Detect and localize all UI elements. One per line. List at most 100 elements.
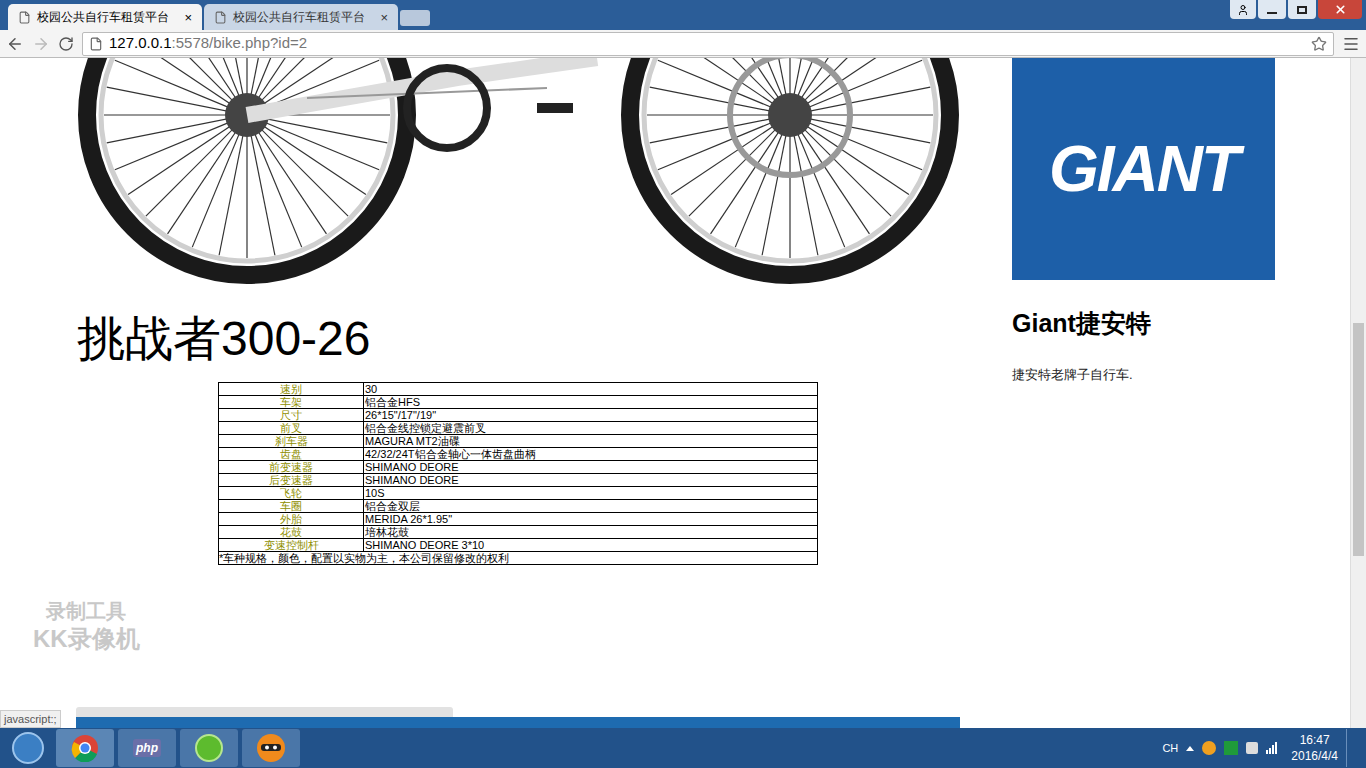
brand-desc: 捷安特老牌子自行车.	[1012, 365, 1275, 385]
spec-label: 变速控制杆	[219, 539, 364, 552]
footer-bar	[76, 717, 960, 728]
spec-row: 前叉铝合金线控锁定避震前叉	[219, 422, 818, 435]
spec-label: 车架	[219, 396, 364, 409]
spec-label: 后变速器	[219, 474, 364, 487]
taskbar-app[interactable]	[242, 729, 300, 767]
spec-value: 铝合金线控锁定避震前叉	[364, 422, 818, 435]
volume-icon[interactable]	[1246, 742, 1258, 754]
spec-row: 花鼓培林花鼓	[219, 526, 818, 539]
bike-title: 挑战者300-26	[77, 311, 960, 367]
spec-label: 齿盘	[219, 448, 364, 461]
spec-value: SHIMANO DEORE	[364, 474, 818, 487]
spec-value: MERIDA 26*1.95"	[364, 513, 818, 526]
bike-column: 挑战者300-26速别30车架铝合金HFS尺寸26*15"/17"/19"前叉铝…	[77, 58, 960, 728]
bike-photo	[77, 58, 960, 285]
spec-row: 车圈铝合金双层	[219, 500, 818, 513]
taskbar-app[interactable]: php	[118, 729, 176, 767]
forward-icon[interactable]	[32, 35, 50, 53]
network-icon[interactable]	[1266, 742, 1277, 754]
reload-icon[interactable]	[58, 36, 74, 52]
tab-close[interactable]: ×	[184, 11, 192, 24]
spec-label: 刹车器	[219, 435, 364, 448]
browser-tab[interactable]: 校园公共自行车租赁平台 ×	[8, 4, 202, 30]
php-icon: php	[133, 739, 161, 757]
show-desktop-button[interactable]	[1346, 729, 1356, 767]
brand-column: GIANT Giant捷安特捷安特老牌子自行车.	[1012, 58, 1275, 728]
brand-logo[interactable]: GIANT	[1012, 58, 1275, 280]
new-tab-button[interactable]	[400, 10, 430, 26]
spec-row: 车架铝合金HFS	[219, 396, 818, 409]
clock-time: 16:47	[1300, 732, 1330, 748]
page-icon	[89, 37, 103, 51]
tab-strip: 校园公共自行车租赁平台 × 校园公共自行车租赁平台 ×	[0, 0, 1366, 30]
toolbar: 127.0.0.1:5578/bike.php?id=2	[0, 30, 1366, 58]
spec-note-row: *车种规格，颜色，配置以实物为主，本公司保留修改的权利	[219, 552, 818, 565]
wheel-icon	[630, 58, 950, 275]
scrollbar[interactable]	[1350, 58, 1366, 728]
chrome-icon	[71, 734, 99, 762]
tray-app-icon[interactable]	[1202, 741, 1216, 755]
page-icon	[214, 11, 227, 24]
back-icon[interactable]	[6, 35, 24, 53]
window-controls	[1230, 0, 1362, 19]
language-indicator[interactable]: CH	[1162, 740, 1178, 757]
tab-label: 校园公共自行车租赁平台	[37, 8, 178, 26]
clock-date: 2016/4/4	[1291, 748, 1338, 764]
bookmark-icon[interactable]	[1311, 36, 1327, 52]
content: 挑战者300-26速别30车架铝合金HFS尺寸26*15"/17"/19"前叉铝…	[0, 58, 1350, 728]
status-bubble: javascript:;	[0, 710, 61, 728]
tray-arrow-icon[interactable]	[1186, 746, 1194, 751]
footer-shade	[76, 707, 453, 717]
spec-value: 42/32/24T铝合金轴心一体齿盘曲柄	[364, 448, 818, 461]
spec-label: 花鼓	[219, 526, 364, 539]
taskbar-app[interactable]	[180, 729, 238, 767]
address-text: 127.0.0.1:5578/bike.php?id=2	[109, 32, 1305, 55]
profile-button[interactable]	[1230, 0, 1256, 19]
spec-value: 铝合金双层	[364, 500, 818, 513]
clock[interactable]: 16:472016/4/4	[1291, 732, 1338, 764]
maximize-button[interactable]	[1288, 0, 1316, 19]
spec-label: 尺寸	[219, 409, 364, 422]
browser-tab[interactable]: 校园公共自行车租赁平台 ×	[204, 4, 398, 30]
spec-value: 培林花鼓	[364, 526, 818, 539]
brand-name: Giant捷安特	[1012, 307, 1275, 339]
spec-label: 速别	[219, 383, 364, 396]
spec-value: 10S	[364, 487, 818, 500]
address-bar[interactable]: 127.0.0.1:5578/bike.php?id=2	[82, 32, 1334, 56]
spec-value: MAGURA MT2油碟	[364, 435, 818, 448]
spec-row: 齿盘42/32/24T铝合金轴心一体齿盘曲柄	[219, 448, 818, 461]
taskbar-app[interactable]	[56, 729, 114, 767]
scrollbar-thumb[interactable]	[1353, 323, 1364, 556]
user-icon	[1237, 4, 1249, 16]
spec-row: 外胎MERIDA 26*1.95"	[219, 513, 818, 526]
spec-value: 26*15"/17"/19"	[364, 409, 818, 422]
spec-label: 外胎	[219, 513, 364, 526]
tab-close[interactable]: ×	[380, 11, 388, 24]
spec-row: 变速控制杆SHIMANO DEORE 3*10	[219, 539, 818, 552]
spec-row: 飞轮10S	[219, 487, 818, 500]
close-button[interactable]	[1318, 0, 1362, 19]
system-tray: CH 16:472016/4/4	[1162, 729, 1366, 767]
taskbar: php CH 16:472016/4/4	[0, 728, 1366, 768]
spec-row: 刹车器MAGURA MT2油碟	[219, 435, 818, 448]
spec-value: 30	[364, 383, 818, 396]
page: 挑战者300-26速别30车架铝合金HFS尺寸26*15"/17"/19"前叉铝…	[0, 58, 1366, 728]
green-app-icon	[195, 734, 223, 762]
tab-label: 校园公共自行车租赁平台	[233, 8, 374, 26]
spec-label: 车圈	[219, 500, 364, 513]
tray-app-icon[interactable]	[1224, 741, 1238, 755]
spec-value: SHIMANO DEORE 3*10	[364, 539, 818, 552]
spec-value: SHIMANO DEORE	[364, 461, 818, 474]
start-button[interactable]	[4, 729, 52, 767]
spec-value: 铝合金HFS	[364, 396, 818, 409]
page-icon	[18, 11, 31, 24]
spec-row: 速别30	[219, 383, 818, 396]
menu-icon[interactable]	[1342, 35, 1360, 53]
spec-label: 前叉	[219, 422, 364, 435]
close-icon	[1334, 3, 1347, 16]
spec-label: 前变速器	[219, 461, 364, 474]
spec-row: 前变速器SHIMANO DEORE	[219, 461, 818, 474]
minimize-button[interactable]	[1258, 0, 1286, 19]
spec-label: 飞轮	[219, 487, 364, 500]
ninja-icon	[256, 733, 286, 763]
